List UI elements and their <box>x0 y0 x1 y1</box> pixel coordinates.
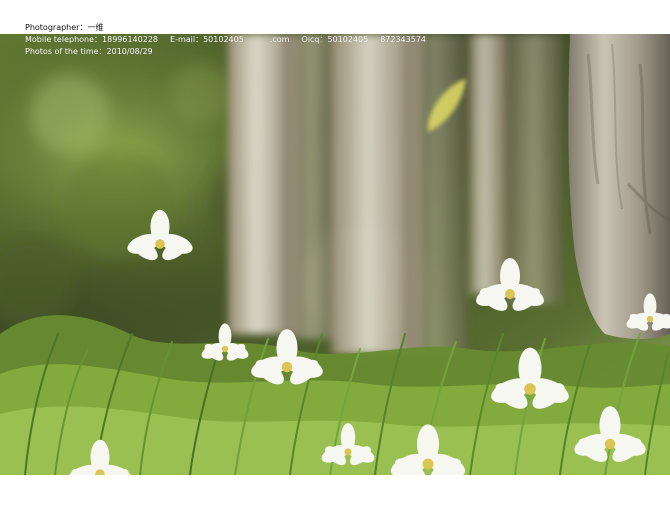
bottom-bar <box>0 475 670 508</box>
photo-page: Photographer：一维 Mobile telephone：1899614… <box>0 0 670 508</box>
light-overlay <box>0 34 670 475</box>
caption-bar <box>0 0 670 34</box>
photo-frame <box>0 34 670 475</box>
photo-illustration <box>0 34 670 475</box>
